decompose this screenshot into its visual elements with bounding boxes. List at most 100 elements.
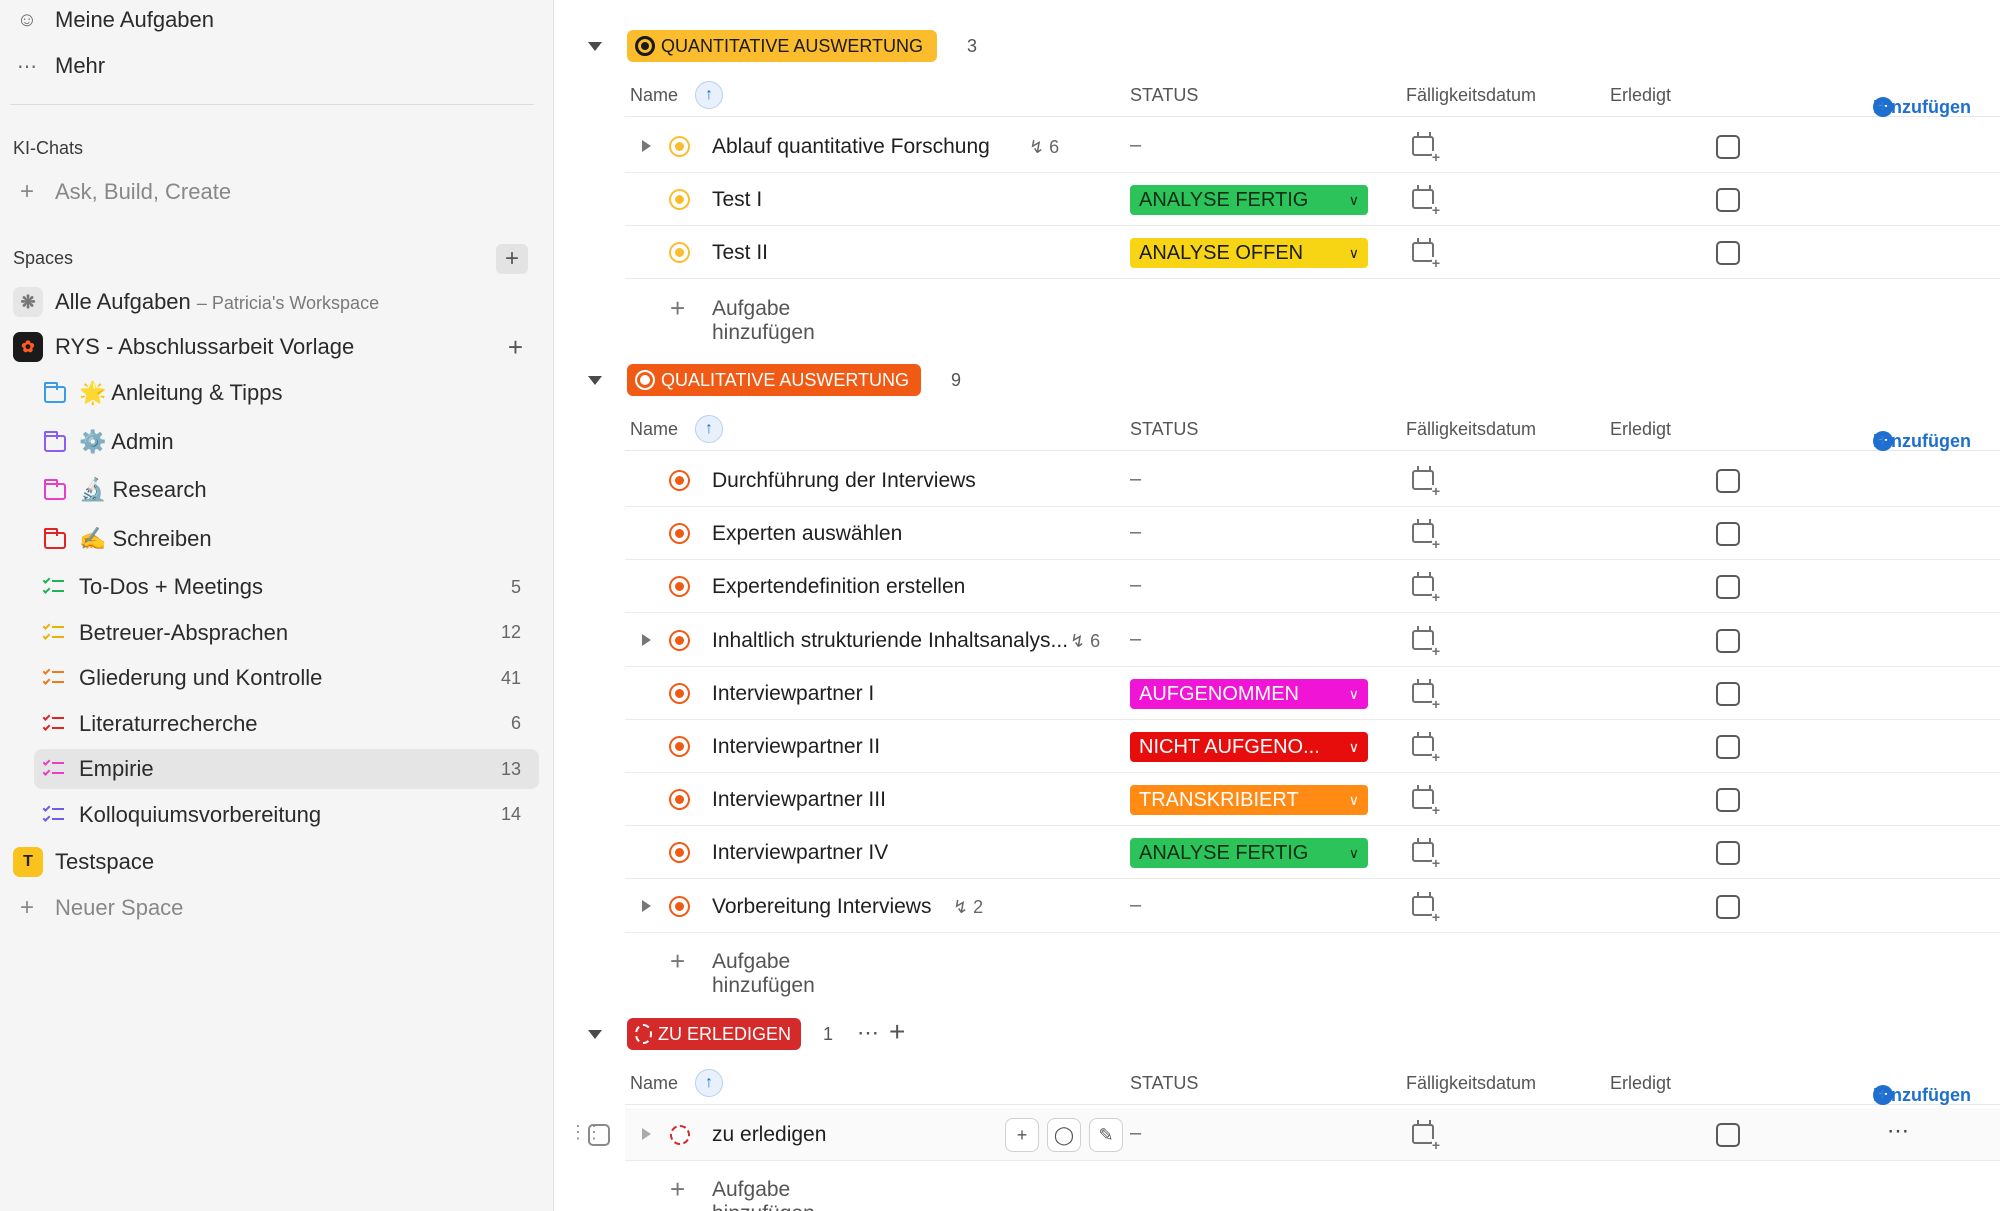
calendar-add-icon[interactable]	[1412, 625, 1440, 657]
calendar-add-icon[interactable]	[1412, 132, 1440, 163]
done-checkbox[interactable]	[1716, 241, 1740, 266]
task-status-icon[interactable]	[671, 791, 688, 809]
calendar-add-icon[interactable]	[1412, 185, 1440, 217]
calendar-add-icon[interactable]	[1412, 519, 1440, 551]
task-name[interactable]: Interviewpartner IV	[712, 841, 888, 865]
row-more-icon[interactable]: ⋯	[1887, 1118, 1909, 1144]
task-name[interactable]: Experten auswählen	[712, 522, 902, 546]
task-name[interactable]: Interviewpartner III	[712, 788, 886, 812]
task-row[interactable]: Experten auswählen –	[625, 507, 2000, 561]
sidebar-item-my-tasks[interactable]: ☺ Meine Aufgaben	[0, 0, 553, 40]
task-status-icon[interactable]	[671, 738, 688, 755]
subtask-count[interactable]: ↯ 6	[1029, 137, 1059, 158]
task-name[interactable]: zu erledigen	[712, 1123, 826, 1147]
tag-button[interactable]: ◯	[1047, 1118, 1081, 1152]
calendar-add-icon[interactable]	[1412, 838, 1440, 870]
expand-subtasks-caret-icon[interactable]	[642, 1128, 651, 1140]
sort-ascending-icon[interactable]: ↑	[695, 415, 723, 443]
done-checkbox[interactable]	[1716, 135, 1740, 159]
task-status-icon[interactable]	[671, 472, 688, 489]
column-done[interactable]: Erledigt	[1610, 1073, 1671, 1094]
task-name[interactable]: Test II	[712, 241, 768, 265]
group-status-pill[interactable]: QUANTITATIVE AUSWERTUNG	[627, 30, 937, 62]
task-row[interactable]: Interviewpartner II NICHT AUFGENO... ∨	[625, 720, 2000, 773]
calendar-add-icon[interactable]	[1412, 678, 1440, 710]
sidebar-list-item[interactable]: To-Dos + Meetings 5	[0, 567, 553, 607]
sidebar-list-item[interactable]: Betreuer-Absprachen 12	[0, 613, 553, 653]
sidebar-folder[interactable]: ✍️ Schreiben	[0, 519, 553, 559]
done-checkbox[interactable]	[1716, 522, 1740, 547]
subtask-count[interactable]: ↯ 2	[953, 897, 983, 918]
column-status[interactable]: STATUS	[1130, 419, 1198, 440]
status-dropdown[interactable]: AUFGENOMMEN ∨	[1130, 678, 1368, 709]
add-space-button[interactable]: +	[496, 244, 528, 274]
task-row[interactable]: Interviewpartner III TRANSKRIBIERT ∨	[625, 773, 2000, 827]
group-collapse-caret-icon[interactable]	[588, 1030, 602, 1039]
calendar-add-icon[interactable]	[1412, 732, 1440, 763]
group-collapse-caret-icon[interactable]	[588, 376, 602, 385]
status-dropdown[interactable]: ANALYSE FERTIG ∨	[1130, 185, 1368, 216]
sidebar-space-rys[interactable]: ✿ RYS - Abschlussarbeit Vorlage +	[0, 327, 553, 367]
task-name[interactable]: Interviewpartner II	[712, 735, 880, 759]
sidebar-space-testspace[interactable]: T Testspace	[0, 842, 553, 882]
column-name[interactable]: Name	[630, 1073, 678, 1094]
task-row[interactable]: Durchführung der Interviews –	[625, 454, 2000, 507]
sidebar-item-all-tasks[interactable]: ❋ Alle Aufgaben – Patricia's Workspace	[0, 282, 553, 322]
calendar-add-icon[interactable]	[1412, 572, 1440, 604]
status-empty[interactable]: –	[1130, 134, 1141, 157]
task-row[interactable]: Inhaltlich strukturiende Inhaltsanalys..…	[625, 614, 2000, 667]
new-space-button[interactable]: + Neuer Space	[0, 888, 553, 928]
sidebar-folder[interactable]: ⚙️ Admin	[0, 422, 553, 462]
expand-subtasks-caret-icon[interactable]	[642, 633, 651, 646]
sidebar-list-item[interactable]: Literaturrecherche 6	[0, 704, 553, 744]
task-row[interactable]: Interviewpartner I AUFGENOMMEN ∨	[625, 667, 2000, 720]
done-checkbox[interactable]	[1716, 788, 1740, 813]
column-name[interactable]: Name	[630, 85, 678, 106]
task-status-icon[interactable]	[671, 897, 688, 915]
task-status-icon[interactable]	[671, 244, 688, 262]
task-status-icon[interactable]	[671, 684, 688, 702]
task-row[interactable]: ⋮⋮zu erledigen+◯✎–⋯	[569, 1108, 2000, 1161]
ai-chat-new[interactable]: + Ask, Build, Create	[0, 172, 553, 212]
task-name[interactable]: Inhaltlich strukturiende Inhaltsanalys..…	[712, 629, 1068, 653]
group-collapse-caret-icon[interactable]	[588, 42, 602, 51]
status-dropdown[interactable]: ANALYSE FERTIG ∨	[1130, 838, 1368, 869]
add-to-space-button[interactable]: +	[508, 332, 523, 363]
column-due-date[interactable]: Fälligkeitsdatum	[1406, 1073, 1536, 1094]
status-empty[interactable]: –	[1130, 574, 1141, 597]
row-select-checkbox[interactable]	[588, 1124, 610, 1146]
subtask-count[interactable]: ↯ 6	[1070, 631, 1100, 652]
status-empty[interactable]: –	[1130, 468, 1141, 491]
expand-subtasks-caret-icon[interactable]	[642, 899, 651, 912]
done-checkbox[interactable]	[1716, 188, 1740, 213]
status-dropdown[interactable]: NICHT AUFGENO... ∨	[1130, 732, 1368, 762]
task-row[interactable]: Test II ANALYSE OFFEN ∨	[625, 226, 2000, 280]
sort-ascending-icon[interactable]: ↑	[695, 1069, 723, 1097]
calendar-add-icon[interactable]	[1412, 238, 1440, 270]
sidebar-list-item[interactable]: Kolloquiumsvorbereitung 14	[0, 795, 553, 835]
task-row[interactable]: Test I ANALYSE FERTIG ∨	[625, 173, 2000, 227]
calendar-add-icon[interactable]	[1412, 891, 1440, 923]
calendar-add-icon[interactable]	[1412, 466, 1440, 497]
sidebar-folder[interactable]: 🌟 Anleitung & Tipps	[0, 373, 553, 413]
done-checkbox[interactable]	[1716, 681, 1740, 706]
status-dropdown[interactable]: ANALYSE OFFEN ∨	[1130, 238, 1368, 269]
task-status-icon[interactable]	[671, 191, 688, 209]
group-add-icon[interactable]: +	[889, 1016, 905, 1048]
calendar-add-icon[interactable]	[1412, 785, 1440, 817]
done-checkbox[interactable]	[1716, 894, 1740, 919]
column-due-date[interactable]: Fälligkeitsdatum	[1406, 85, 1536, 106]
sort-ascending-icon[interactable]: ↑	[695, 81, 723, 109]
group-status-pill[interactable]: QUALITATIVE AUSWERTUNG	[627, 364, 921, 396]
status-empty[interactable]: –	[1130, 628, 1141, 651]
rename-button[interactable]: ✎	[1089, 1118, 1123, 1152]
done-checkbox[interactable]	[1716, 628, 1740, 653]
expand-subtasks-caret-icon[interactable]	[642, 140, 651, 152]
task-name[interactable]: Expertendefinition erstellen	[712, 575, 965, 599]
task-row[interactable]: Expertendefinition erstellen –	[625, 560, 2000, 614]
task-status-icon[interactable]	[671, 631, 688, 649]
done-checkbox[interactable]	[1716, 469, 1740, 493]
done-checkbox[interactable]	[1716, 1123, 1740, 1147]
done-checkbox[interactable]	[1716, 575, 1740, 600]
task-status-icon[interactable]	[671, 138, 688, 155]
